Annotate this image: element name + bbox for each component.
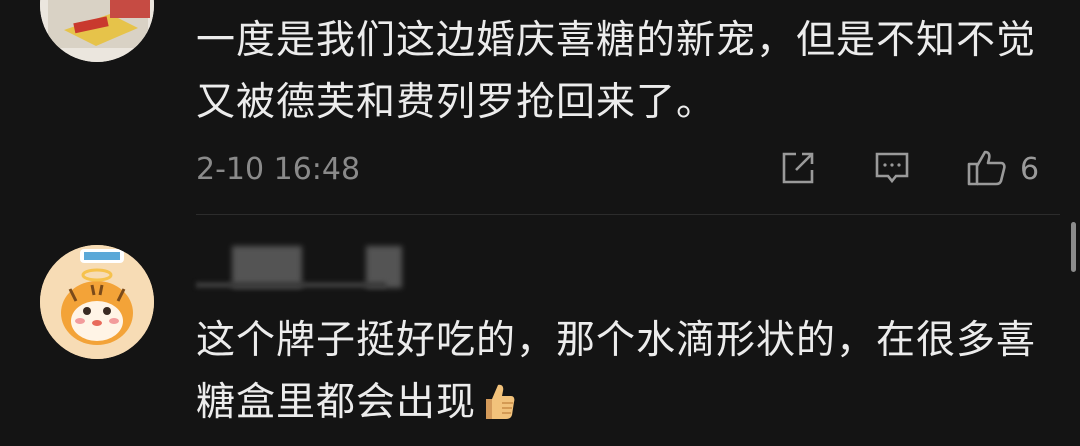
comment-text: 这个牌子挺好吃的，那个水滴形状的，在很多喜糖盒里都会出现 bbox=[196, 310, 1056, 440]
comment-text: 一度是我们这边婚庆喜糖的新宠，但是不知不觉又被德芙和费列罗抢回来了。 bbox=[196, 18, 1037, 125]
comment-timestamp: 2-10 16:48 bbox=[196, 152, 361, 187]
thumbs-up-icon[interactable] bbox=[966, 148, 1008, 192]
scrollbar[interactable] bbox=[1071, 222, 1076, 272]
comment-icon[interactable] bbox=[872, 148, 912, 192]
divider bbox=[196, 214, 1060, 215]
share-icon[interactable] bbox=[778, 148, 818, 192]
like-count: 6 bbox=[1020, 152, 1040, 187]
avatar[interactable] bbox=[40, 0, 154, 62]
comment-actions: 2-10 16:48 6 bbox=[196, 148, 1056, 192]
avatar[interactable] bbox=[40, 245, 154, 359]
username-meta-blurred bbox=[196, 282, 386, 288]
thumbs-up-emoji bbox=[480, 378, 516, 440]
